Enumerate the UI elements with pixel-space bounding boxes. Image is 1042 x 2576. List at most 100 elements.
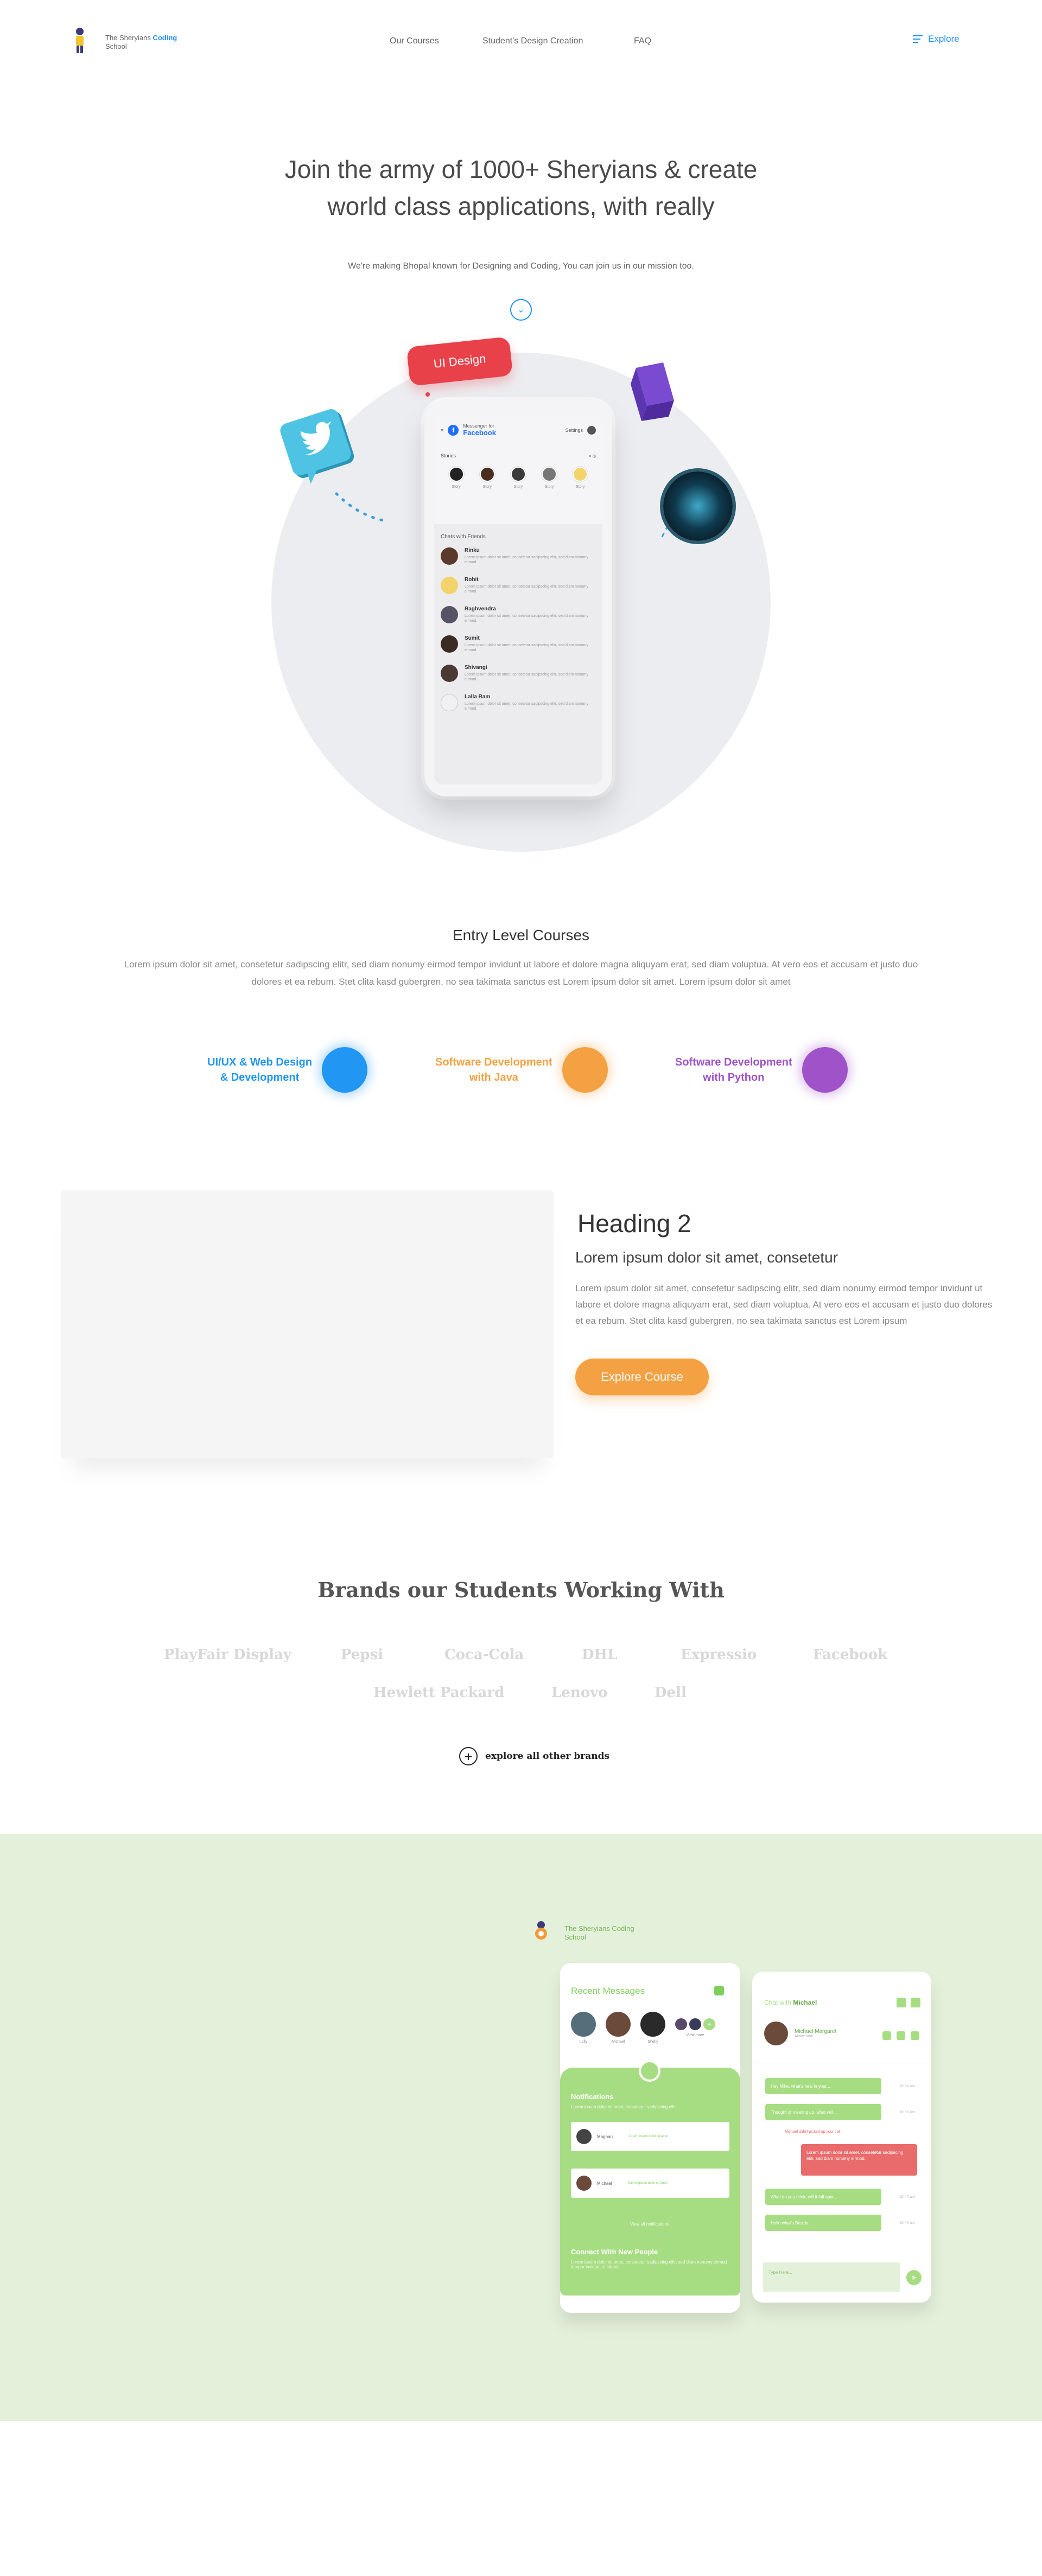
message-time: 10:46 am [899,2221,915,2225]
story-item: Story [448,467,464,489]
logo-icon[interactable] [73,27,86,55]
feature-subheading: Lorem ipsum dolor sit amet, consetetur [575,1249,838,1266]
feature-text: Lorem ipsum dolor sit amet, consetetur s… [575,1283,993,1326]
message-time: 10:36 am [899,2110,915,2114]
course-label: Software Development [435,1056,552,1068]
settings-label: Settings [565,427,583,433]
course-uiux[interactable]: UI/UX & Web Design & Development [207,1047,367,1093]
video-call-icon[interactable] [897,2031,905,2040]
logo-text-b: Coding [153,34,177,42]
badge-dot [425,392,430,397]
hero-title-line-2: world class applications, with really [327,192,715,220]
message-bubble: Thought of meeting up, what will ... [765,2104,881,2120]
notification-item[interactable]: Maghan Lorem ipsum dolor sit amet [571,2122,729,2151]
message-bubble: Hello what's Beside [765,2215,881,2231]
course-label: & Development [220,1072,300,1083]
story-item: Story [510,467,526,489]
explore-brands-label: explore all other brands [485,1751,610,1762]
chat-profile: Michael Margaret Active now [764,2022,836,2045]
messenger-app-name: Facebook [463,429,496,437]
story-item: Story [479,467,495,489]
chat-item: Shivangi Lorem ipsum dolor sit amet, cons… [441,665,596,682]
message-bubble-highlight: Lorem ipsum dolor sit amet, consetetur s… [801,2144,917,2176]
showcase-logo-text: The Sheryians Coding School [564,1924,651,1942]
messenger-label: Messenger for [463,423,494,429]
messenger-icon: f [448,424,459,436]
messenger-screen: ≡ f Messenger for Facebook Settings Stor… [434,416,602,785]
logo-text-a: The Sheryians [105,34,153,42]
profile-status: Active now [795,2035,813,2038]
notification-item[interactable]: Michael Lorem ipsum dolor sit amet [571,2169,729,2198]
chats-label: Chats with Friends [441,534,486,540]
more-contacts[interactable]: + View more [675,2012,715,2037]
course-python[interactable]: Software Development with Python [675,1047,848,1093]
nav-student-design-creation[interactable]: Student's Design Creation [482,36,583,46]
logo-icon [535,1921,547,1940]
feature-image-placeholder [61,1190,554,1458]
brand-dell: Dell [655,1685,687,1701]
avatar [764,2022,788,2045]
chat-item: Rohit Lorem ipsum dolor sit amet, consete… [441,577,596,594]
brands-title: Brands our Students Working With [317,1578,725,1602]
stories-actions: ⌕ ⊕ [588,453,596,458]
contact-avatar[interactable]: Shelly [640,2012,665,2044]
explore-label: Explore [928,34,960,44]
brand-facebook: Facebook [813,1647,888,1663]
message-bubble: Hey Mike, what's new in your... [765,2078,881,2094]
brand-dhl: DHL [582,1647,618,1663]
nav-our-courses[interactable]: Our Courses [390,36,439,46]
hero-title: Join the army of 1000+ Sheryians & creat… [0,151,1042,225]
more-icon[interactable] [911,2031,919,2040]
contact-avatar[interactable]: Michael [606,2012,631,2044]
view-all-notifications[interactable]: View all notifications [571,2222,728,2227]
feature-heading: Heading 2 [577,1209,691,1238]
chat-item: Lalla Ram Lorem ipsum dolor sit amet, con… [441,694,596,711]
stories-label: Stories [441,453,456,458]
chat-item: Raghvendra Lorem ipsum dolor sit amet, co… [441,606,596,623]
chat-item: Rinku Lorem ipsum dolor sit amet, consete… [441,547,596,565]
hero-title-line-1: Join the army of 1000+ Sheryians & creat… [284,155,758,183]
course-label: with Java [469,1072,518,1083]
brand-coca-cola: Coca-Cola [444,1647,524,1663]
explore-menu-button[interactable]: Explore [913,34,960,44]
course-label: Software Development [675,1056,792,1068]
video-icon[interactable] [897,1998,906,2007]
brand-lenovo: Lenovo [551,1685,608,1701]
brand-hewlett-packard: Hewlett Packard [373,1685,505,1701]
course-label: with Python [703,1072,765,1083]
brand-playfair: PlayFair Display [164,1647,291,1663]
developer-avatar [663,471,733,541]
story-item: Story [542,467,557,489]
scroll-down-button[interactable]: ⌄ [510,299,532,321]
compose-icon[interactable] [714,1986,724,1995]
course-dot [322,1047,367,1093]
contact-avatar[interactable]: Lolly [571,2012,596,2044]
logo-text[interactable]: The Sheryians Coding School [105,34,187,51]
message-time: 10:44 am [899,2195,915,2199]
send-icon[interactable]: ➤ [906,2270,922,2285]
explore-course-button[interactable]: Explore Course [575,1359,709,1395]
story-item: Story [573,467,588,489]
logo-line-1: The Sheryians Coding [564,1924,634,1933]
menu-icon: ≡ [441,427,444,433]
message-bubble: What do you think, will it fall apar... [765,2189,881,2205]
recent-messages-phone: Recent Messages Lolly Michael Shelly + V… [560,1963,740,2313]
course-dot [562,1047,608,1093]
brand-pepsi: Pepsi [341,1647,384,1663]
brand-expressio: Expressio [681,1647,757,1663]
notifications-subtitle: Lorem ipsum dolor sit amet, consetetur s… [571,2105,677,2109]
course-label: UI/UX & Web Design [207,1056,312,1068]
nav-faq[interactable]: FAQ [634,36,651,46]
notifications-title: Notifications [571,2093,614,2101]
call-icon[interactable] [882,2031,891,2040]
twitter-icon [280,409,354,484]
course-java[interactable]: Software Development with Java [435,1047,608,1093]
message-input[interactable]: Type Here... [763,2262,900,2292]
profile-name: Michael Margaret [795,2029,837,2035]
chat-item: Sumit Lorem ipsum dolor sit amet, consete… [441,635,596,653]
explore-brands-link[interactable]: + explore all other brands [459,1747,609,1765]
close-icon[interactable] [911,1998,920,2007]
chat-title: Chat with Michael [764,1999,817,2006]
menu-icon [913,35,923,43]
flag-icon [631,362,674,421]
